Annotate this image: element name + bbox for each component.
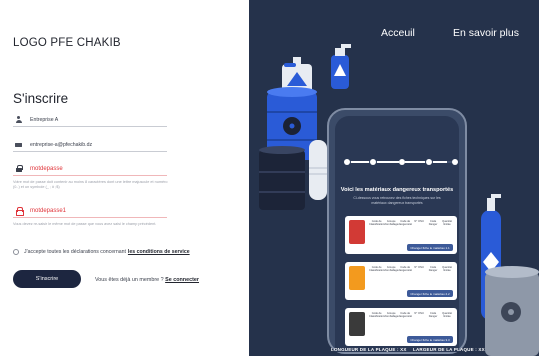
confirm-password-field[interactable]: motdepasse1 (13, 204, 167, 218)
hazard-label-icon (349, 220, 365, 244)
card-col-6: Quantité limitée (442, 220, 452, 227)
material-card: Code de Classification Groupe d'emballag… (345, 216, 457, 254)
card-col-4: N° ONU (414, 220, 424, 223)
card-col-5: Code Danger (428, 266, 438, 273)
page-title: S'inscrire (13, 91, 69, 106)
card-col-3: Code de dangerosité (398, 312, 412, 319)
grey-drum-icon (485, 266, 539, 356)
card-col-1: Code de Classification (369, 220, 385, 227)
card-col-4: N° ONU (414, 312, 424, 315)
hazard-label-icon (349, 266, 365, 290)
card-col-5: Code Danger (428, 312, 438, 319)
screen-title: Voici les matériaux dangereux transporté… (340, 187, 454, 193)
terms-checkbox[interactable] (13, 249, 19, 255)
card-col-3: Code de dangerosité (398, 266, 412, 273)
confirm-password-input-value[interactable]: motdepasse1 (30, 208, 66, 214)
card-col-1: Code de Classification (369, 266, 385, 273)
screen-subtitle: Ci-dessous vous retrouvez des fiches tec… (353, 196, 441, 205)
terms-text: J'accepte toutes les déclarations concer… (24, 249, 126, 255)
member-text: Vous êtes déjà un membre ? (95, 277, 164, 283)
gas-cylinder-icon (309, 140, 327, 200)
user-icon (15, 116, 22, 123)
confirm-password-hint: Vous devez re-saisir le même mot de pass… (13, 222, 157, 226)
password-input-value[interactable]: motdepasse (30, 166, 63, 172)
card-cta-button[interactable]: Changer fiche le matériau 3.3 (407, 336, 453, 343)
length-label: LONGUEUR DE LA PLAQUE : XX (331, 347, 407, 352)
login-link[interactable]: Se connecter (165, 277, 199, 283)
card-cta-button[interactable]: Changer fiche le matériau 1.1 (407, 244, 453, 251)
phone-screen: Voici les matériaux dangereux transporté… (335, 116, 459, 352)
email-input-value[interactable]: entreprise-a@pfechakib.dz (30, 142, 92, 148)
lock-icon (15, 165, 23, 172)
card-cta-button[interactable]: Changer fiche le matériau 2.2 (407, 290, 453, 297)
material-card: Code de Classification Groupe d'emballag… (345, 308, 457, 346)
signup-panel: LOGO PFE CHAKIB S'inscrire Entreprise A … (0, 0, 249, 356)
email-field[interactable]: entreprise-a@pfechakib.dz (13, 138, 167, 152)
logo-text: LOGO PFE CHAKIB (13, 37, 121, 49)
card-col-2: Groupe d'emballage (384, 266, 399, 273)
signup-button[interactable]: S'inscrire (13, 270, 81, 288)
card-col-1: Code de Classification (369, 312, 385, 319)
company-field[interactable]: Entreprise A (13, 113, 167, 127)
card-col-6: Quantité limitée (442, 266, 452, 273)
phone-mockup: Voici les matériaux dangereux transporté… (327, 108, 467, 354)
card-col-2: Groupe d'emballage (384, 220, 399, 227)
step-progress (344, 159, 458, 165)
dark-barrel-icon (259, 146, 305, 210)
card-col-4: N° ONU (414, 266, 424, 269)
card-col-6: Quantité limitée (442, 312, 452, 319)
hero-panel: Acceuil En savoir plus Voici les matéria… (249, 0, 539, 356)
mail-icon (15, 141, 22, 148)
hazard-label-icon (349, 312, 365, 336)
lock-outline-icon (15, 207, 24, 216)
member-row: Vous êtes déjà un membre ? Se connecter (95, 277, 199, 283)
card-col-3: Code de dangerosité (398, 220, 412, 227)
company-input-value[interactable]: Entreprise A (30, 117, 58, 123)
card-col-5: Code Danger (428, 220, 438, 227)
terms-row: J'accepte toutes les déclarations concer… (13, 249, 190, 255)
terms-link[interactable]: les conditions de service (128, 249, 190, 255)
card-col-2: Groupe d'emballage (384, 312, 399, 319)
password-field[interactable]: motdepasse (13, 162, 167, 176)
password-hint: Votre mot de passe doit contenir au moin… (13, 180, 168, 190)
material-card: Code de Classification Groupe d'emballag… (345, 262, 457, 300)
spray-bottle-icon (331, 44, 351, 89)
width-label: LARGEUR DE LA PLAQUE : XX (413, 347, 485, 352)
